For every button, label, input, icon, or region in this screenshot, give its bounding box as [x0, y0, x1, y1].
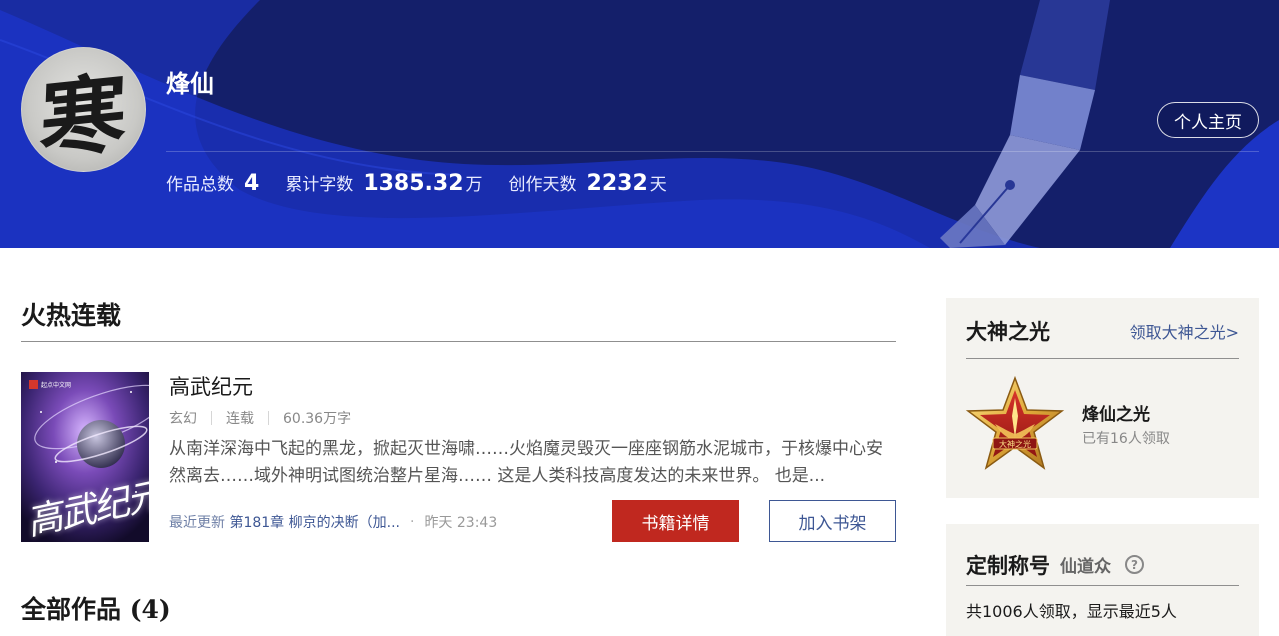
banner-divider: [166, 151, 1259, 152]
stat-total-works: 作品总数 4: [166, 170, 259, 196]
book-title[interactable]: 高武纪元: [169, 371, 253, 401]
card-title: 定制称号: [966, 552, 1050, 578]
custom-title-card: 定制称号 仙道众 ? 共1006人领取，显示最近5人: [946, 524, 1259, 636]
stat-label: 作品总数: [166, 175, 234, 195]
logo-square-icon: [29, 380, 38, 389]
badge-text: 大神之光: [999, 439, 1031, 449]
banner-background: [0, 0, 1279, 248]
book-detail-button[interactable]: 书籍详情: [612, 500, 739, 542]
custom-title-name: 仙道众: [1060, 557, 1111, 577]
star-badge-icon: 大神之光: [965, 376, 1065, 470]
update-dot: ·: [409, 514, 415, 530]
stat-writing-days: 创作天数 2232 天: [509, 170, 667, 196]
stat-label: 创作天数: [508, 175, 577, 195]
stat-value: 4: [244, 171, 260, 196]
book-cover[interactable]: 起点中文网 高武纪元: [21, 372, 149, 542]
card-header: 定制称号 仙道众 ?: [966, 544, 1239, 586]
latest-chapter-link[interactable]: 第181章 柳京的决断（加...: [229, 512, 400, 532]
book-meta: 玄幻 连载 60.36万字: [169, 408, 351, 428]
custom-title-summary: 共1006人领取，显示最近5人: [966, 602, 1177, 621]
update-time: 昨天 23:43: [424, 515, 498, 531]
stat-total-words: 累计字数 1385.32 万: [285, 170, 482, 196]
stat-value: 2232: [586, 171, 648, 196]
author-banner: 寒 烽仙 个人主页 作品总数 4 累计字数 1385.32 万 创作天数 223…: [0, 0, 1279, 248]
badge-claim-count: 已有16人领取: [1082, 431, 1170, 447]
author-avatar[interactable]: 寒: [21, 47, 146, 172]
avatar-calligraphy: 寒: [38, 62, 129, 172]
author-name: 烽仙: [166, 70, 214, 98]
book-word-count: 60.36万字: [283, 411, 352, 427]
badge-name: 烽仙之光: [1082, 405, 1150, 425]
help-icon[interactable]: ?: [1125, 555, 1144, 574]
card-header: 大神之光 领取大神之光>: [966, 314, 1239, 359]
stat-unit: 万: [465, 175, 483, 195]
add-to-shelf-button[interactable]: 加入书架: [769, 500, 896, 542]
book-genre[interactable]: 玄幻: [169, 408, 197, 428]
meta-separator: [268, 411, 269, 425]
section-title-all-works: 全部作品 (4): [21, 595, 171, 624]
section-title-hot-serial: 火热连载: [21, 301, 122, 330]
meta-separator: [211, 411, 212, 425]
update-prefix: 最近更新: [169, 515, 225, 531]
cover-logo-text: 起点中文网: [41, 382, 72, 389]
cover-publisher-logo: 起点中文网: [29, 380, 71, 389]
stat-unit: 天: [649, 175, 667, 195]
book-description: 从南洋深海中飞起的黑龙，掀起灭世海啸……火焰魔灵毁灭一座座钢筋水泥城市，于核爆中…: [169, 439, 883, 486]
stat-value: 1385.32: [363, 171, 464, 196]
section-divider: [21, 341, 896, 342]
book-latest-update: 最近更新 第181章 柳京的决断（加... · 昨天 23:43: [169, 512, 497, 532]
personal-homepage-button[interactable]: 个人主页: [1157, 102, 1259, 138]
author-stats: 作品总数 4 累计字数 1385.32 万 创作天数 2232 天: [166, 170, 693, 196]
card-title: 大神之光: [966, 319, 1050, 344]
claim-god-light-link[interactable]: 领取大神之光>: [1130, 319, 1239, 343]
god-light-card: 大神之光 领取大神之光> 大神之光 烽仙之光 已有16人领取: [946, 298, 1259, 498]
stat-label: 累计字数: [285, 175, 354, 195]
book-status: 连载: [226, 411, 254, 427]
